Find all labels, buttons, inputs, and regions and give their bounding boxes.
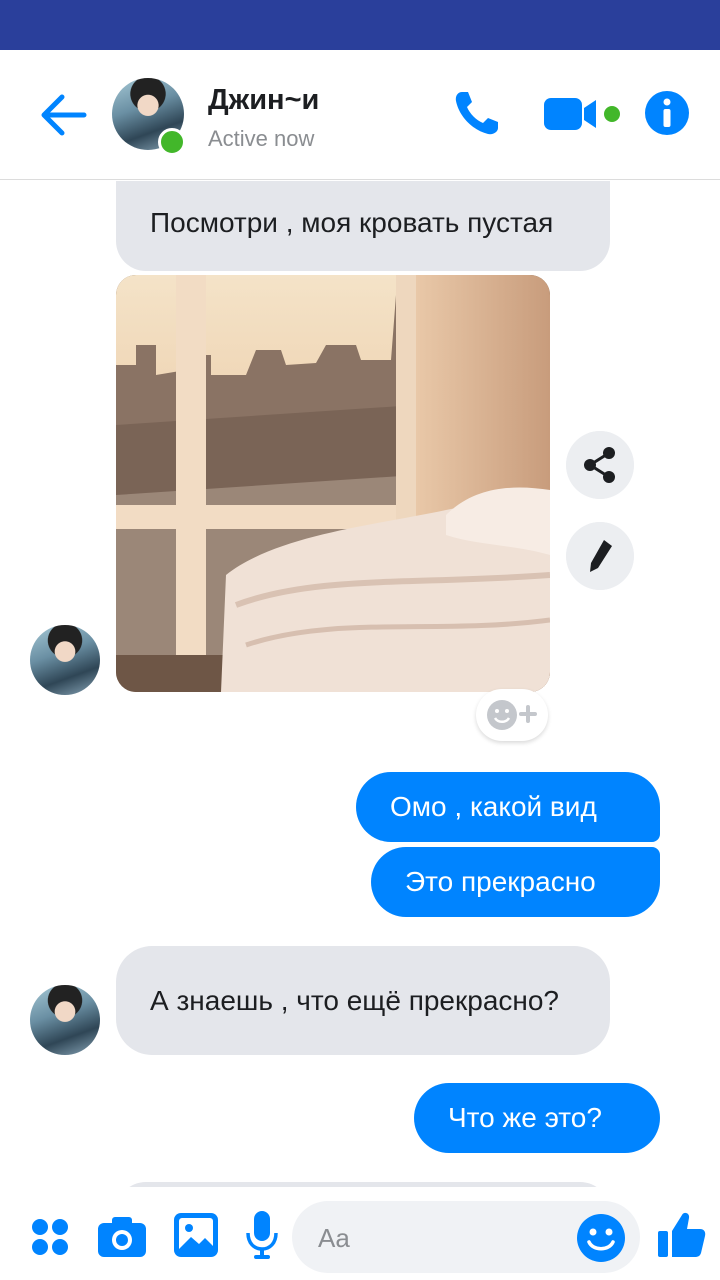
emoji-icon[interactable] xyxy=(576,1213,626,1263)
message-thread: Посмотри , моя кровать пустая Омо , како… xyxy=(0,181,720,1187)
message-bubble-outgoing[interactable]: Омо , какой вид xyxy=(356,772,660,842)
contact-status: Active now xyxy=(208,126,315,151)
thumbs-up-icon[interactable] xyxy=(656,1209,706,1259)
share-icon[interactable] xyxy=(566,431,634,499)
info-icon[interactable] xyxy=(644,90,690,136)
microphone-icon[interactable] xyxy=(246,1211,278,1259)
menu-dots-icon[interactable] xyxy=(30,1217,70,1257)
sender-avatar[interactable] xyxy=(30,985,100,1055)
back-arrow-icon[interactable] xyxy=(36,92,90,138)
online-indicator xyxy=(158,128,186,156)
phone-icon[interactable] xyxy=(452,88,502,138)
message-bubble-incoming[interactable]: А знаешь , что ещё прекрасно? xyxy=(116,946,610,1055)
add-reaction-button[interactable] xyxy=(476,689,548,741)
shared-photo[interactable] xyxy=(116,275,550,692)
conversation-header: Джин~и Active now xyxy=(0,50,720,180)
message-bubble-incoming[interactable]: Посмотри , моя кровать пустая xyxy=(116,181,610,271)
message-input-container xyxy=(292,1201,640,1273)
status-bar xyxy=(0,0,720,50)
gallery-icon[interactable] xyxy=(174,1213,218,1257)
message-composer xyxy=(0,1187,720,1280)
message-input[interactable] xyxy=(316,1217,560,1259)
message-bubble-outgoing[interactable]: Это прекрасно xyxy=(371,847,660,917)
contact-name[interactable]: Джин~и xyxy=(208,84,319,117)
message-bubble-outgoing[interactable]: Что же это? xyxy=(414,1083,660,1153)
sender-avatar[interactable] xyxy=(30,625,100,695)
camera-icon[interactable] xyxy=(98,1215,146,1257)
video-camera-icon[interactable] xyxy=(544,96,626,132)
pencil-icon[interactable] xyxy=(566,522,634,590)
add-reaction-icon xyxy=(487,700,537,730)
